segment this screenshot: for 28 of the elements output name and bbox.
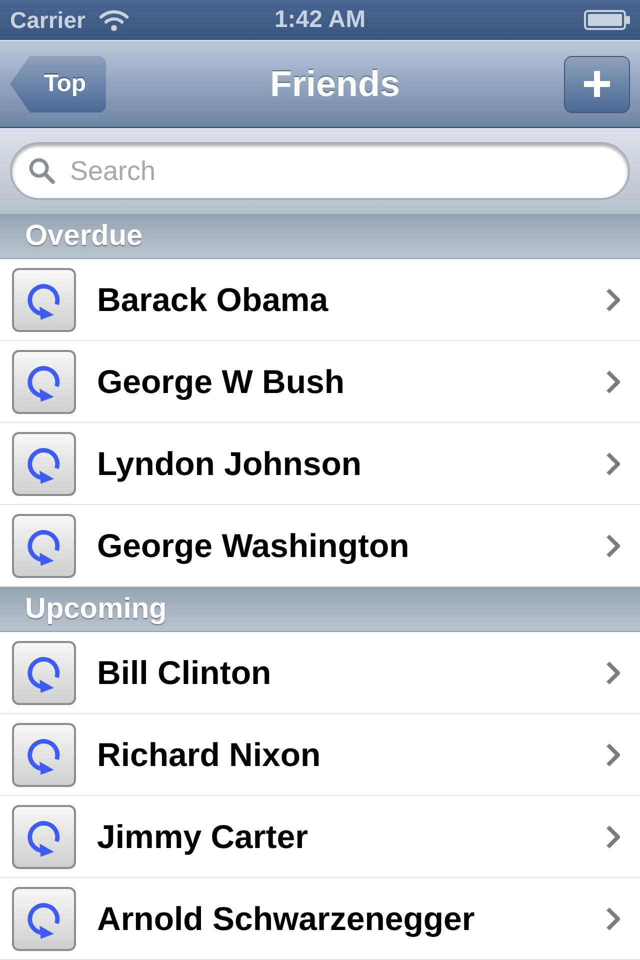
friend-name: George Washington	[97, 526, 410, 566]
chevron-right-icon	[606, 452, 620, 476]
friend-name: Lyndon Johnson	[97, 444, 362, 484]
friend-name: Bill Clinton	[97, 652, 272, 693]
carrier-label: Carrier	[10, 8, 86, 32]
status-time: 1:42 AM	[274, 8, 366, 32]
friend-name: Arnold Schwarzenegger	[97, 898, 475, 939]
add-button[interactable]	[564, 56, 630, 112]
friend-name: Jimmy Carter	[97, 816, 308, 857]
search-icon	[28, 157, 56, 185]
plus-icon	[584, 71, 610, 97]
chevron-right-icon	[606, 534, 620, 558]
friend-name: George W Bush	[97, 362, 345, 402]
friend-name: Richard Nixon	[97, 734, 321, 775]
section-title: Upcoming	[25, 595, 167, 624]
navigation-title: Friends	[270, 66, 400, 102]
chevron-right-icon	[606, 742, 620, 766]
chevron-right-icon	[606, 906, 620, 930]
back-button[interactable]: Top	[10, 56, 106, 112]
friend-name: Barack Obama	[97, 280, 328, 320]
battery-icon	[584, 10, 630, 30]
wifi-icon	[99, 9, 130, 31]
chevron-right-icon	[606, 660, 620, 684]
section-title: Overdue	[25, 222, 143, 251]
chevron-right-icon	[606, 370, 620, 394]
search-field[interactable]: Search	[10, 142, 630, 200]
chevron-right-icon	[606, 824, 620, 848]
chevron-right-icon	[606, 288, 620, 312]
